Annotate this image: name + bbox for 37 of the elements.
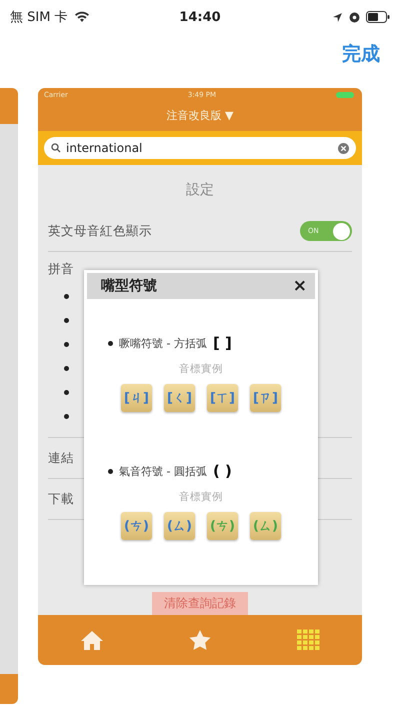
bullet-icon [64, 366, 69, 371]
search-field[interactable]: international [44, 137, 356, 159]
done-button[interactable]: 完成 [342, 41, 380, 67]
section-title: 設定 [185, 181, 215, 200]
bullet-icon [64, 390, 69, 395]
setting-label[interactable]: 下載 [48, 490, 74, 508]
symbol-description: 氣音符號 - 圓括弧 [119, 464, 207, 478]
setting-label: 英文母音紅色顯示 [48, 222, 152, 240]
star-tab-icon[interactable] [188, 629, 212, 651]
grid-tab-icon[interactable] [296, 629, 320, 651]
bullet-icon [64, 318, 69, 323]
bullet-icon [108, 340, 113, 346]
alarm-icon [348, 12, 360, 22]
carrier-text: 無 SIM 卡 [10, 9, 68, 26]
clear-icon[interactable] [338, 142, 349, 154]
caption-text: 音標實例 [178, 362, 224, 377]
battery-icon [336, 92, 356, 98]
clear-history-button[interactable]: 清除查詢記錄 [152, 592, 248, 615]
caption-text: 音標實例 [178, 490, 224, 505]
clock-text: 14:40 [179, 10, 221, 24]
wifi-icon [74, 11, 90, 23]
close-button[interactable]: × [292, 276, 307, 296]
setting-label[interactable]: 連結 [48, 450, 74, 466]
bullet-icon [64, 342, 69, 347]
app-title[interactable]: 注音改良版 ▼ [38, 102, 362, 131]
search-icon [51, 143, 61, 153]
popup-title: 嘴型符號 [101, 277, 157, 295]
setting-label: 拼音 [48, 261, 74, 278]
symbol-description: 噘嘴符號 - 方括弧 [119, 336, 207, 350]
bracket-symbol: ( ) [212, 462, 232, 480]
home-tab-icon[interactable] [80, 629, 104, 651]
location-icon [332, 12, 343, 22]
battery-icon [366, 11, 390, 23]
bullet-icon [64, 294, 69, 299]
bullet-icon [108, 468, 113, 474]
bracket-symbol: [ ] [212, 334, 232, 352]
bullet-icon [64, 414, 69, 419]
